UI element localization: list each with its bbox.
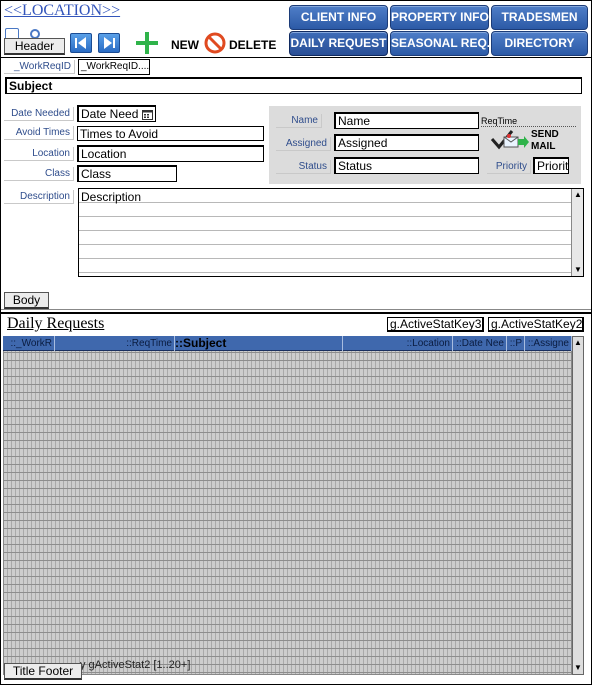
nav-property-info-button[interactable]: PROPERTY INFO [390, 5, 489, 30]
class-field[interactable]: Class [77, 165, 177, 182]
list-divider [0, 312, 592, 314]
calendar-icon[interactable] [142, 109, 153, 120]
send-mail-icon [490, 130, 529, 150]
body-section-tab: Body [4, 292, 49, 309]
nav-client-info-button[interactable]: CLIENT INFO [289, 5, 388, 30]
active-stat-key2-field[interactable]: g.ActiveStatKey2 [488, 317, 584, 332]
description-value: Description [81, 190, 142, 204]
requests-grid[interactable] [3, 336, 572, 675]
send-mail-label-1: SEND [531, 129, 559, 140]
location-title[interactable]: <<LOCATION>> [4, 2, 120, 20]
send-mail-label-2: MAIL [531, 141, 556, 152]
body-divider [0, 309, 592, 310]
list-footer-text: y gActiveStat2 [1..20+] [80, 659, 191, 671]
workreqid-field[interactable]: _WorkReqID.... [78, 59, 150, 75]
no-entry-icon [204, 32, 226, 54]
assigned-label: Assigned [276, 137, 331, 151]
skip-back-icon [75, 37, 86, 49]
send-mail-button[interactable]: SEND MAIL [490, 127, 570, 155]
description-field[interactable]: Description ▲ ▼ [78, 188, 584, 277]
avoid-times-label: Avoid Times [4, 126, 74, 140]
status-label: Status [276, 160, 331, 174]
skip-forward-icon [104, 37, 115, 49]
column-header-subject[interactable]: ::Subject [175, 336, 343, 351]
avoid-times-field[interactable]: Times to Avoid [77, 126, 264, 141]
header-section-tab: Header [4, 38, 65, 55]
grid-scroll-up-arrow-icon[interactable]: ▲ [572, 337, 584, 349]
location-label: Location [4, 147, 74, 161]
name-field[interactable]: Name [334, 112, 479, 129]
subject-field[interactable]: Subject [5, 77, 582, 94]
title-footer-section-tab: Title Footer [4, 663, 82, 680]
location-field[interactable]: Location [77, 145, 264, 162]
grid-scrollbar[interactable]: ▲ ▼ [572, 336, 584, 675]
new-label: NEW [171, 38, 199, 52]
delete-label: DELETE [229, 38, 277, 52]
workreqid-label: _WorkReqID [4, 60, 75, 74]
new-button[interactable]: NEW [134, 30, 200, 56]
class-label: Class [4, 167, 74, 181]
active-stat-key3-field[interactable]: g.ActiveStatKey3 [387, 317, 484, 332]
previous-record-button[interactable] [70, 33, 92, 53]
date-needed-label: Date Needed [4, 107, 74, 121]
nav-directory-button[interactable]: DIRECTORY [491, 31, 588, 56]
header-divider [0, 57, 592, 58]
grid-scroll-down-arrow-icon[interactable]: ▼ [572, 662, 584, 674]
next-record-button[interactable] [98, 33, 120, 53]
date-needed-value: Date Need [81, 107, 139, 121]
description-scrollbar[interactable]: ▲ ▼ [571, 189, 583, 276]
assigned-field[interactable]: Assigned [334, 134, 479, 151]
description-label: Description [4, 190, 74, 204]
priority-field[interactable]: Priorit [533, 157, 569, 174]
delete-button[interactable]: DELETE [204, 32, 280, 56]
column-header-location[interactable]: ::Location [343, 336, 453, 351]
list-title: Daily Requests [7, 315, 105, 332]
column-header-priority[interactable]: ::P [507, 336, 525, 351]
priority-label: Priority [487, 160, 531, 174]
column-header-assigned[interactable]: ::Assigne [525, 336, 572, 351]
grid-header-row: ::_WorkR ::ReqTime ::Subject ::Location … [3, 336, 572, 351]
column-header-workreqid[interactable]: ::_WorkR [3, 336, 55, 351]
plus-icon [136, 32, 158, 54]
column-header-reqtime[interactable]: ::ReqTime [55, 336, 175, 351]
date-needed-field[interactable]: Date Need [77, 105, 156, 122]
nav-seasonal-req-button[interactable]: SEASONAL REQ. [390, 31, 490, 56]
scroll-down-arrow-icon[interactable]: ▼ [572, 264, 584, 276]
nav-tradesmen-button[interactable]: TRADESMEN [491, 5, 588, 30]
nav-daily-request-button[interactable]: DAILY REQUEST [289, 31, 388, 56]
reqtime-field[interactable]: ReqTime [481, 116, 576, 127]
scroll-up-arrow-icon[interactable]: ▲ [572, 189, 584, 201]
name-label: Name [276, 114, 322, 128]
status-field[interactable]: Status [334, 157, 479, 174]
column-header-date-needed[interactable]: ::Date Nee [453, 336, 507, 351]
